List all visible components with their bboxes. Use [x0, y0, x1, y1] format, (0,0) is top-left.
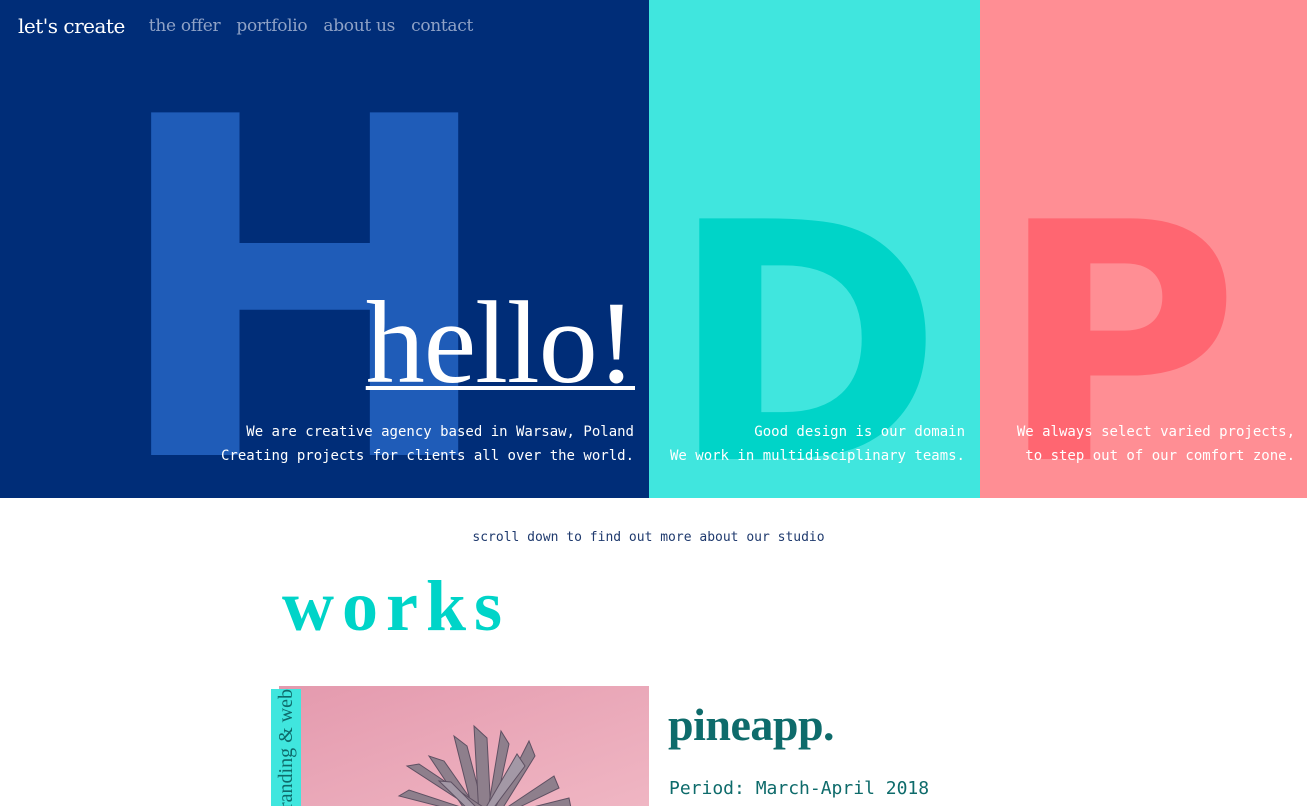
nav-link-offer[interactable]: the offer [149, 16, 221, 36]
hero-pink-text: We always select varied projects, to ste… [1017, 420, 1295, 468]
work-category-label: branding & web [275, 689, 297, 806]
plant-image [279, 686, 649, 806]
hero-section: H D P let's create the offer portfolio a… [0, 0, 1307, 498]
hello-heading: hello! [365, 277, 636, 408]
hero-teal-line-1: Good design is our domain [754, 424, 965, 440]
main-nav: let's create the offer portfolio about u… [0, 0, 489, 52]
hero-teal-content: Good design is our domain We work in mul… [649, 0, 980, 498]
nav-link-contact[interactable]: contact [411, 16, 473, 36]
nav-link-portfolio[interactable]: portfolio [236, 16, 307, 36]
scroll-hint[interactable]: scroll down to find out more about our s… [0, 530, 1297, 545]
hero-blue-content: hello! We are creative agency based in W… [0, 0, 649, 498]
hero-pink-line-2: to step out of our comfort zone. [1025, 448, 1295, 464]
nav-link-about[interactable]: about us [323, 16, 395, 36]
work-thumbnail[interactable] [279, 686, 649, 806]
hero-teal-line-2: We work in multidisciplinary teams. [669, 448, 965, 464]
hero-pink-content: We always select varied projects, to ste… [980, 0, 1307, 498]
work-period: Period: March-April 2018 [669, 778, 930, 799]
hero-blue-line-2: Creating projects for clients all over t… [220, 448, 634, 464]
hero-blue-line-1: We are creative agency based in Warsaw, … [246, 424, 634, 440]
hero-teal-text: Good design is our domain We work in mul… [670, 420, 965, 468]
work-title[interactable]: pineapp. [668, 699, 835, 751]
hero-blue-text: We are creative agency based in Warsaw, … [221, 420, 634, 468]
work-category-tag: branding & web [271, 689, 301, 806]
hero-pink-line-1: We always select varied projects, [1016, 424, 1295, 440]
works-heading: works [282, 566, 511, 646]
brand-logo[interactable]: let's create [18, 14, 125, 38]
